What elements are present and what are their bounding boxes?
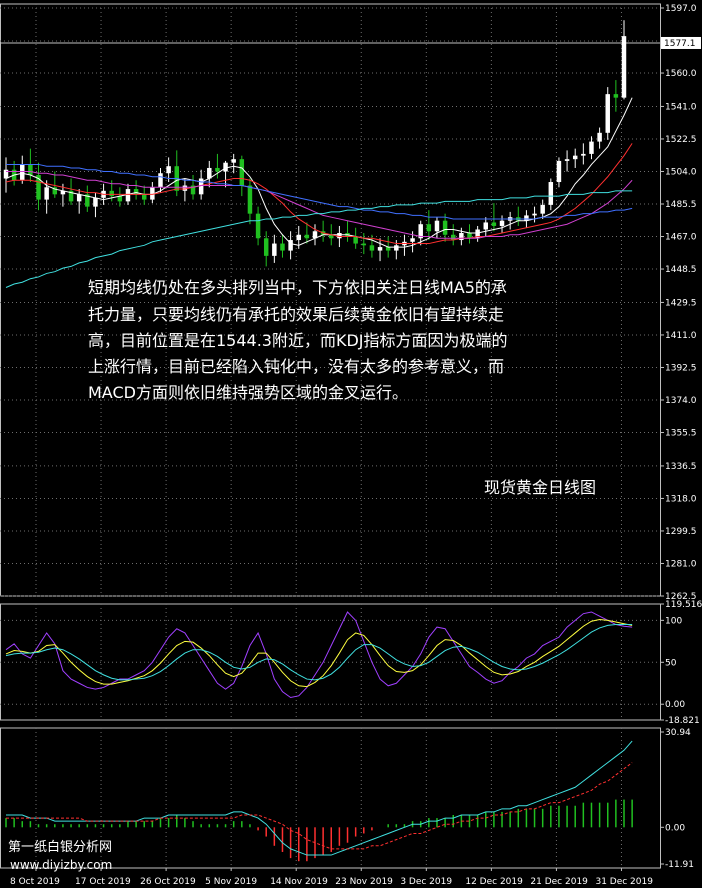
candle-body	[621, 36, 627, 98]
price-tick-label: 1485.5	[665, 200, 697, 210]
date-tick-label: 23 Nov 2019	[335, 877, 393, 887]
candle-body	[499, 220, 505, 226]
candle-body	[353, 236, 358, 244]
date-tick-label: 14 Nov 2019	[270, 877, 328, 887]
candle-body	[581, 153, 586, 156]
candle-body	[361, 243, 367, 246]
price-tick-label: 1560.0	[665, 69, 697, 79]
candle-body	[483, 222, 488, 230]
candle-body	[564, 159, 570, 161]
candle-body	[426, 224, 432, 232]
price-tick-label: 1355.5	[665, 429, 697, 439]
kdj-tick-label: 100	[665, 616, 682, 626]
candle-body	[133, 189, 139, 195]
price-tick-label: 1541.0	[665, 102, 697, 112]
price-tick-label: 1411.0	[665, 331, 697, 341]
annotation-line-1: 短期均线仍处在多头排列当中，下方依旧关注日线MA5的承	[88, 278, 507, 297]
candle-body	[166, 166, 171, 174]
candle-body	[605, 94, 610, 133]
candle-body	[304, 234, 310, 239]
annotation-line-4: 上涨行情，目前已经陷入钝化中，没有太多的参考意义，而	[88, 357, 504, 376]
annotation-line-5: MACD方面则依旧维持强势区域的金叉运行。	[88, 383, 408, 402]
date-tick-label: 26 Oct 2019	[140, 877, 196, 887]
price-tick-label: 1467.0	[665, 233, 697, 243]
candle-body	[597, 132, 602, 142]
date-tick-label: 3 Dec 2019	[400, 877, 452, 887]
candle-body	[556, 160, 562, 183]
date-tick-label: 21 Dec 2019	[530, 877, 588, 887]
candle-body	[410, 238, 415, 242]
candle-body	[223, 162, 228, 172]
price-tick-label: 1374.0	[665, 396, 697, 406]
candle-body	[296, 234, 301, 241]
candle-body	[589, 141, 594, 154]
kdj-tick-label: 0.00	[665, 700, 685, 710]
annotation-line-3: 高，目前位置是在1544.3附近，而KDJ指标方面因为极端的	[88, 331, 508, 350]
watermark-line-2: www.diyizby.com	[10, 858, 112, 872]
kdj-tick-label: 119.5166	[665, 600, 702, 610]
candle-body	[142, 194, 147, 200]
candle-body	[263, 238, 269, 256]
candle-body	[44, 187, 49, 200]
candle-body	[548, 182, 554, 205]
candle-body	[93, 197, 98, 207]
watermark-line-1: 第一纸白银分析网	[8, 839, 112, 855]
candle-body	[76, 194, 82, 202]
candle-body	[369, 245, 375, 251]
price-tick-label: 1281.0	[665, 559, 697, 569]
price-tick-label: 1336.5	[665, 462, 697, 472]
candle-body	[572, 155, 578, 160]
candle-body	[337, 233, 342, 239]
price-tick-label: 1597.0	[665, 4, 697, 14]
macd-tick-label: -11.91	[665, 860, 694, 870]
candle-body	[613, 94, 619, 98]
candle-body	[532, 213, 537, 216]
candle-body	[394, 245, 399, 251]
date-tick-label: 31 Dec 2019	[595, 877, 653, 887]
chart-background	[0, 0, 702, 888]
macd-tick-label: 30.94	[665, 728, 691, 738]
date-tick-label: 12 Dec 2019	[465, 877, 523, 887]
candle-body	[377, 247, 383, 251]
candle-body	[385, 247, 391, 251]
candle-body	[28, 164, 33, 175]
candle-body	[239, 159, 245, 186]
candle-body	[125, 189, 131, 202]
gold-daily-chart: 1597.01578.21560.01541.01522.51504.01485…	[0, 0, 702, 888]
price-tick-label: 1299.5	[665, 527, 697, 537]
kdj-tick-label: 50	[665, 658, 677, 668]
candle-body	[272, 243, 277, 256]
date-tick-label: 5 Nov 2019	[205, 877, 257, 887]
candle-body	[247, 185, 253, 214]
price-tick-label: 1392.5	[665, 363, 697, 373]
candle-body	[540, 204, 545, 214]
price-tick-label: 1429.5	[665, 298, 697, 308]
candle-body	[255, 213, 261, 239]
candle-body	[215, 167, 220, 172]
macd-tick-label: 0.00	[665, 823, 685, 833]
price-tick-label: 1504.0	[665, 167, 697, 177]
candle-body	[158, 173, 163, 188]
candle-body	[20, 164, 25, 181]
candle-body	[109, 190, 114, 197]
chart-caption: 现货黄金日线图	[484, 478, 596, 497]
annotation-line-2: 托力量，只要均线仍有承托的效果后续黄金依旧有望持续走	[88, 305, 504, 324]
price-tick-label: 1448.5	[665, 265, 697, 275]
kdj-tick-label: -18.821	[665, 716, 700, 726]
price-tick-label: 1522.5	[665, 135, 697, 145]
price-tick-label: 1318.0	[665, 494, 697, 504]
candle-body	[280, 243, 285, 251]
candle-body	[231, 159, 236, 163]
candle-body	[434, 220, 440, 232]
date-tick-label: 8 Oct 2019	[10, 877, 60, 887]
date-tick-label: 17 Oct 2019	[75, 877, 131, 887]
candle-body	[491, 222, 497, 226]
current-price-label: 1577.1	[664, 39, 696, 49]
candle-body	[442, 220, 448, 235]
candle-body	[182, 185, 188, 191]
